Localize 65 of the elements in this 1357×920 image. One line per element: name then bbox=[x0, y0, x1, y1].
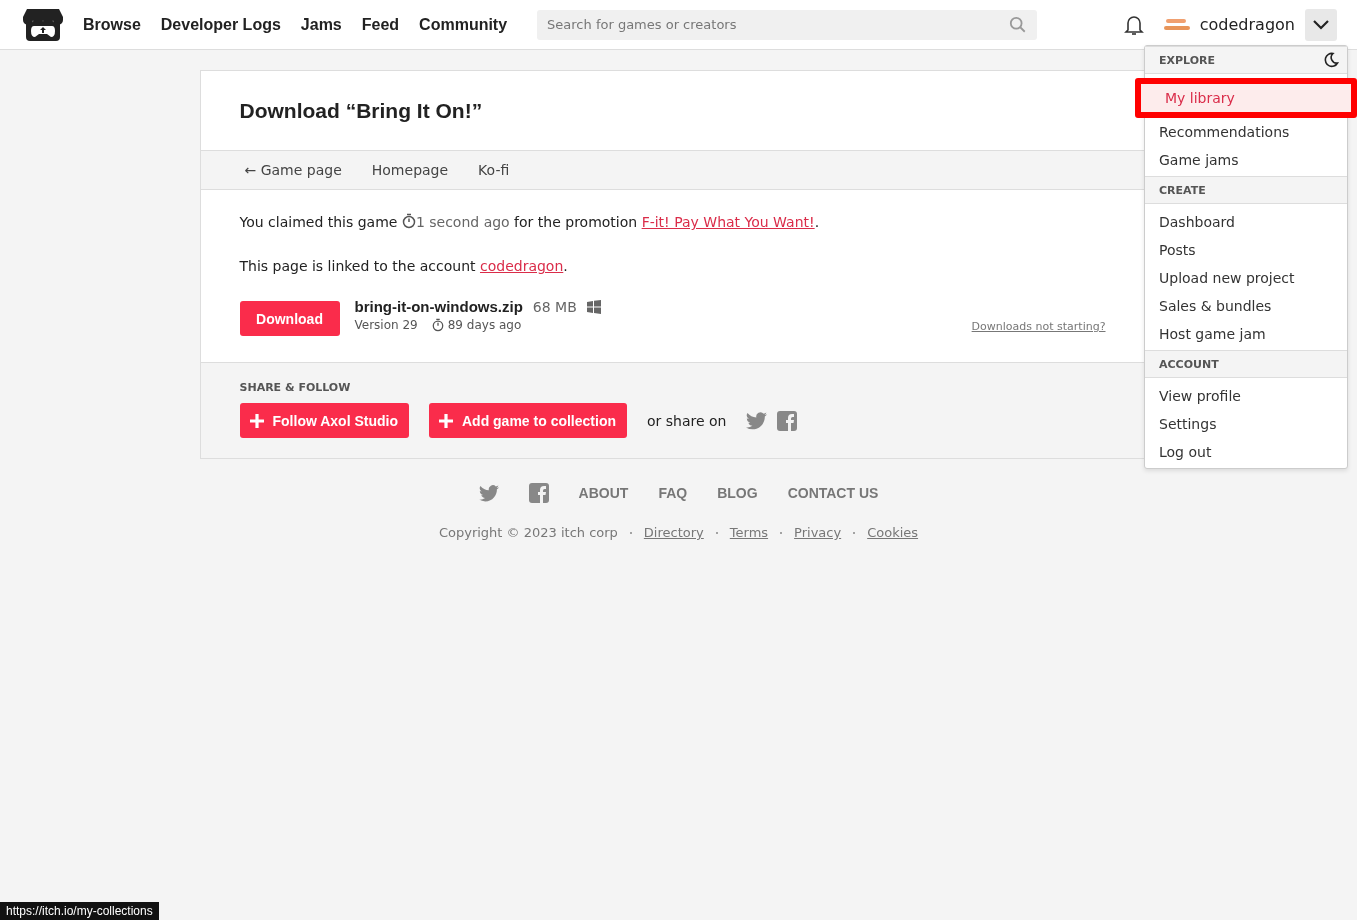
file-size: 68 MB bbox=[532, 298, 577, 315]
bell-icon[interactable] bbox=[1123, 13, 1144, 36]
nav-link[interactable]: Browse bbox=[83, 15, 141, 34]
nav-link[interactable]: Community bbox=[419, 15, 508, 34]
dropdown-button[interactable] bbox=[1305, 8, 1337, 41]
menu-heading: ACCOUNT bbox=[1145, 350, 1347, 378]
menu-item[interactable]: Host game jam bbox=[1145, 320, 1347, 348]
footer-link[interactable]: FAQ bbox=[658, 485, 688, 501]
page-link[interactable]: ← Game page bbox=[244, 162, 342, 178]
stopwatch-icon bbox=[431, 318, 444, 332]
footer-link[interactable]: ABOUT bbox=[578, 485, 629, 501]
help-link[interactable]: Downloads not starting? bbox=[971, 320, 1106, 333]
legal-link[interactable]: Terms bbox=[729, 525, 769, 540]
menu-item[interactable]: My library bbox=[1135, 78, 1357, 118]
plus-icon bbox=[438, 413, 453, 428]
chevron-icon bbox=[1313, 19, 1329, 30]
moon-icon[interactable] bbox=[1323, 52, 1339, 68]
avatar-icon[interactable] bbox=[1163, 17, 1190, 32]
search-icon[interactable] bbox=[1009, 15, 1028, 34]
menu-item[interactable]: Log out bbox=[1145, 438, 1347, 466]
account-text: This page is linked to the account codedragon. bbox=[239, 257, 569, 276]
plus-icon bbox=[249, 413, 264, 428]
logo-icon[interactable] bbox=[23, 6, 63, 43]
legal-link[interactable]: Privacy bbox=[794, 525, 842, 540]
section-heading: SHARE & FOLLOW bbox=[239, 381, 352, 394]
nav-link[interactable]: Developer Logs bbox=[160, 15, 281, 34]
file-age: 89 days ago bbox=[447, 318, 522, 332]
menu-item[interactable]: Sales & bundles bbox=[1145, 292, 1347, 320]
follow-button[interactable]: Follow Axol Studio bbox=[239, 403, 409, 438]
status-url: https://itch.io/my-collections bbox=[0, 902, 159, 920]
facebook-icon[interactable] bbox=[528, 483, 549, 503]
collection-button[interactable]: Add game to collection bbox=[428, 403, 627, 438]
page-link[interactable]: Homepage bbox=[371, 162, 449, 178]
twitter-icon[interactable] bbox=[478, 484, 499, 502]
footer-link[interactable]: CONTACT US bbox=[787, 485, 879, 501]
menu-heading: CREATE bbox=[1145, 176, 1347, 204]
legal-link[interactable]: Directory bbox=[643, 525, 704, 540]
download-button[interactable]: Download bbox=[239, 301, 340, 336]
stopwatch-icon bbox=[401, 213, 416, 229]
windows-icon bbox=[586, 299, 601, 314]
legal-link[interactable]: Cookies bbox=[867, 525, 919, 540]
search-field[interactable]: Search for games or creators bbox=[537, 9, 1038, 40]
username[interactable]: codedragon bbox=[1199, 15, 1295, 34]
menu-item[interactable]: Recommendations bbox=[1145, 118, 1347, 146]
footer-link[interactable]: BLOG bbox=[717, 485, 758, 501]
twitter-icon[interactable] bbox=[746, 411, 768, 430]
menu-item[interactable]: Posts bbox=[1145, 236, 1347, 264]
menu-item[interactable]: Dashboard bbox=[1145, 208, 1347, 236]
menu-heading: EXPLORE bbox=[1145, 46, 1347, 74]
nav-link[interactable]: Feed bbox=[361, 15, 400, 34]
promotion-link[interactable]: F-it! Pay What You Want! bbox=[641, 214, 815, 230]
share-label: or share on bbox=[647, 412, 727, 429]
copyright: Copyright © 2023 itch corp bbox=[438, 525, 618, 540]
page-title: Download “Bring It On!” bbox=[238, 98, 484, 124]
facebook-icon[interactable] bbox=[777, 410, 798, 431]
nav-link[interactable]: Jams bbox=[300, 15, 342, 34]
file-name: bring-it-on-windows.zip bbox=[354, 298, 523, 315]
menu-item[interactable]: Game jams bbox=[1145, 146, 1347, 174]
account-link[interactable]: codedragon bbox=[480, 258, 564, 274]
file-version: Version 29 bbox=[354, 318, 418, 332]
page-link[interactable]: Ko-fi bbox=[478, 162, 510, 178]
menu-item[interactable]: Settings bbox=[1145, 410, 1347, 438]
menu-item[interactable]: Upload new project bbox=[1145, 264, 1347, 292]
claim-text: You claimed this game 1 second ago for the promotion F-it! Pay What You Want!. bbox=[239, 212, 821, 232]
menu-item[interactable]: View profile bbox=[1145, 382, 1347, 410]
